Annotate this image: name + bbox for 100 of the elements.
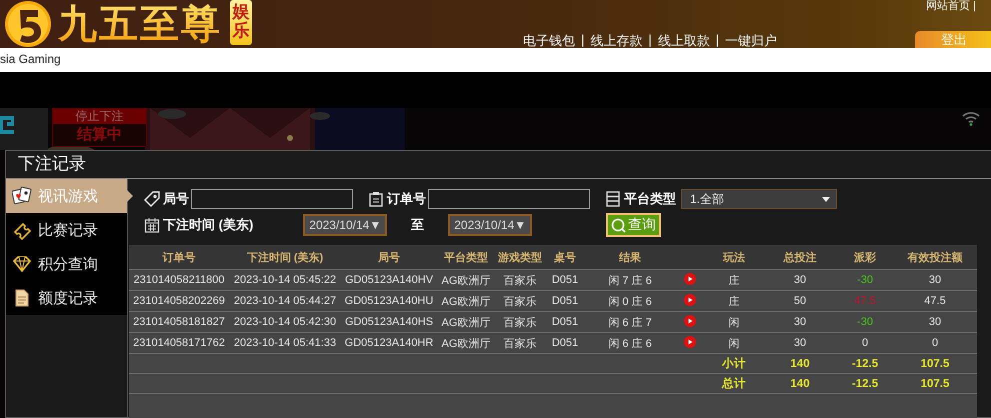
logo-badge: 娱乐: [230, 0, 252, 45]
table-cell: D051: [545, 290, 585, 312]
nav-separator: |: [716, 32, 720, 48]
sidebar-item[interactable]: 积分查询: [6, 247, 127, 281]
field-label: 订单号: [387, 190, 426, 208]
wifi-icon: [962, 110, 980, 126]
nav-link[interactable]: 线上存款: [590, 32, 642, 48]
table-cell: D051: [545, 332, 585, 354]
calendar-icon: [144, 217, 160, 233]
table-cell: 闲: [705, 312, 763, 332]
total-cell: 小计: [705, 354, 763, 374]
table-cell: 百家乐: [495, 290, 545, 312]
column-header: 游戏类型: [495, 245, 545, 270]
table-cell: D051: [545, 270, 585, 290]
provider-title: sia Gaming: [0, 52, 61, 66]
table-cell: 2023-10-14 05:45:22: [229, 270, 341, 290]
play-icon[interactable]: [684, 294, 696, 306]
table-cell: 47.5: [837, 290, 893, 312]
total-cell: 总计: [705, 374, 763, 394]
column-header: 有效投注额: [893, 245, 977, 270]
nav-separator: |: [648, 32, 652, 48]
nav-separator: |: [581, 32, 584, 48]
table-cell: 闲: [705, 332, 763, 354]
table-cell: -30: [837, 270, 893, 290]
column-header: 局号: [341, 245, 437, 270]
table-cell: 庄: [705, 270, 763, 290]
home-link[interactable]: 网站首页: [926, 0, 970, 12]
table-cell: 231014058181827: [129, 312, 229, 332]
search-icon: [611, 218, 626, 232]
table-cell: 231014058211800: [129, 270, 229, 290]
table-cell: 30: [763, 270, 837, 290]
table-cell: 47.5: [893, 290, 977, 312]
table-cell: 闲 0 庄 6: [585, 290, 675, 312]
table-cell: 50: [763, 290, 837, 312]
range-label: 至: [411, 216, 424, 234]
table-cell: 2023-10-14 05:42:30: [229, 312, 341, 332]
total-cell: 140: [763, 354, 837, 374]
table-cell: AG欧洲厅: [437, 332, 495, 354]
date-select[interactable]: 2023/10/14▼: [303, 214, 388, 236]
play-icon[interactable]: [684, 272, 696, 284]
round-input[interactable]: [191, 189, 353, 209]
column-header: 平台类型: [437, 245, 495, 270]
tag-icon: [144, 191, 160, 207]
table-cell: -30: [837, 312, 893, 332]
play-icon[interactable]: [684, 314, 696, 326]
field-label: 局号: [163, 190, 189, 208]
nav-link[interactable]: 线上取款: [658, 32, 710, 48]
total-cell: 107.5: [893, 374, 977, 394]
nav-link[interactable]: 一键归户: [725, 32, 778, 48]
column-header: 桌号: [545, 245, 585, 270]
table-cell: GD05123A140HV: [341, 270, 437, 290]
order-input[interactable]: [428, 189, 590, 209]
table-cell: 2023-10-14 05:44:27: [229, 290, 341, 312]
nav-link[interactable]: 电子钱包: [523, 32, 575, 48]
column-header: 订单号: [129, 245, 229, 270]
column-header: 下注时间 (美东): [229, 245, 341, 270]
playing-cards-icon: [12, 186, 32, 206]
table-cell: AG欧洲厅: [437, 290, 495, 312]
date-select[interactable]: 2023/10/14▼: [448, 214, 532, 236]
column-header: 结果: [585, 245, 675, 270]
column-header: 玩法: [705, 245, 763, 270]
table-cell: 30: [893, 270, 977, 290]
sidebar-item[interactable]: 额度记录: [6, 281, 127, 315]
total-cell: -12.5: [837, 354, 893, 374]
table-cell: AG欧洲厅: [437, 312, 495, 332]
nav-separator: |: [973, 0, 976, 12]
total-cell: 140: [763, 374, 837, 394]
sidebar-item[interactable]: 比赛记录: [6, 213, 127, 247]
total-cell: -12.5: [837, 374, 893, 394]
table-cell: AG欧洲厅: [437, 270, 495, 290]
status-title: 停止下注: [53, 109, 146, 124]
table-cell: 百家乐: [495, 270, 545, 290]
table-cell: 闲 7 庄 6: [585, 270, 675, 290]
caret-icon: [822, 196, 830, 202]
table-cell: 闲 6 庄 6: [585, 332, 675, 354]
clipboard-icon: [368, 191, 384, 207]
diamond-icon: [12, 254, 32, 274]
field-label: 下注时间 (美东): [163, 216, 254, 234]
total-cell: 107.5: [893, 354, 977, 374]
table-cell: 0: [893, 332, 977, 354]
field-label: 平台类型: [624, 190, 676, 208]
table-cell: 庄: [705, 290, 763, 312]
table-cell: GD05123A140HS: [341, 312, 437, 332]
table-cell: 闲 6 庄 7: [585, 312, 675, 332]
table-cell: 30: [893, 312, 977, 332]
table-cell: D051: [545, 312, 585, 332]
play-icon[interactable]: [684, 336, 696, 348]
table-cell: GD05123A140HR: [341, 332, 437, 354]
table-cell: 百家乐: [495, 332, 545, 354]
table-cell: 231014058171762: [129, 332, 229, 354]
table-cell: 30: [763, 312, 837, 332]
ticket-icon: [12, 220, 32, 240]
column-header: 派彩: [837, 245, 893, 270]
table-cell: 0: [837, 332, 893, 354]
table-cell: 30: [763, 332, 837, 354]
table-cell: 231014058202269: [129, 290, 229, 312]
column-header: 总投注: [763, 245, 837, 270]
table-cell: 2023-10-14 05:41:33: [229, 332, 341, 354]
platform-select[interactable]: 1.全部: [681, 189, 837, 209]
table-cell: 百家乐: [495, 312, 545, 332]
